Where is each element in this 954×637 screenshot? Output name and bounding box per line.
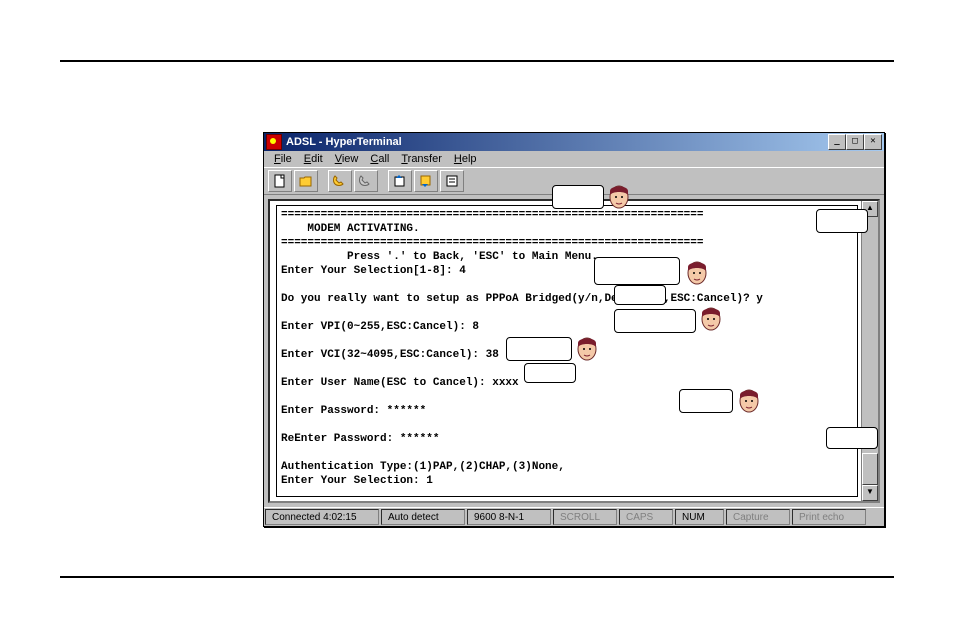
toolbar-send[interactable] (388, 170, 412, 192)
callout-annotation (506, 337, 572, 361)
face-annotation-icon (698, 303, 724, 333)
toolbar-properties[interactable] (440, 170, 464, 192)
hyperterminal-window: ADSL - HyperTerminal _ □ ✕ File Edit Vie… (263, 132, 885, 527)
toolbar-new[interactable] (268, 170, 292, 192)
vertical-scrollbar[interactable]: ▲ ▼ (861, 201, 878, 501)
status-autodetect: Auto detect (381, 509, 465, 525)
titlebar[interactable]: ADSL - HyperTerminal _ □ ✕ (264, 133, 884, 151)
page-bottom-rule (60, 576, 894, 578)
callout-annotation (614, 309, 696, 333)
app-icon (266, 134, 282, 150)
status-capture: Capture (726, 509, 790, 525)
status-num: NUM (675, 509, 724, 525)
receive-file-icon (419, 174, 433, 188)
status-port: 9600 8-N-1 (467, 509, 551, 525)
minimize-button[interactable]: _ (828, 134, 846, 150)
menu-call[interactable]: Call (364, 152, 395, 166)
menu-file[interactable]: File (268, 152, 298, 166)
status-caps: CAPS (619, 509, 673, 525)
callout-annotation (594, 257, 680, 285)
callout-annotation (614, 285, 666, 305)
callout-annotation (816, 209, 868, 233)
status-scroll: SCROLL (553, 509, 617, 525)
status-connected: Connected 4:02:15 (265, 509, 379, 525)
status-printecho: Print echo (792, 509, 866, 525)
phone-disconnect-icon (359, 174, 373, 188)
menu-edit[interactable]: Edit (298, 152, 329, 166)
scroll-down-button[interactable]: ▼ (862, 485, 878, 501)
callout-annotation (679, 389, 733, 413)
callout-annotation (826, 427, 878, 449)
new-doc-icon (273, 174, 287, 188)
toolbar-receive[interactable] (414, 170, 438, 192)
statusbar: Connected 4:02:15 Auto detect 9600 8-N-1… (264, 507, 884, 526)
toolbar-open[interactable] (294, 170, 318, 192)
face-annotation-icon (684, 257, 710, 287)
phone-connect-icon (333, 174, 347, 188)
menu-view[interactable]: View (329, 152, 365, 166)
window-title: ADSL - HyperTerminal (286, 136, 402, 148)
menu-help[interactable]: Help (448, 152, 483, 166)
page-top-rule (60, 60, 894, 62)
callout-annotation (552, 185, 604, 209)
callout-annotation (524, 363, 576, 383)
maximize-button[interactable]: □ (846, 134, 864, 150)
scroll-thumb[interactable] (862, 453, 878, 485)
face-annotation-icon (736, 385, 762, 415)
properties-icon (445, 174, 459, 188)
menu-transfer[interactable]: Transfer (395, 152, 448, 166)
toolbar-disconnect[interactable] (354, 170, 378, 192)
open-folder-icon (299, 174, 313, 188)
close-button[interactable]: ✕ (864, 134, 882, 150)
face-annotation-icon (606, 181, 632, 211)
menubar: File Edit View Call Transfer Help (264, 151, 884, 167)
toolbar-connect[interactable] (328, 170, 352, 192)
face-annotation-icon (574, 333, 600, 363)
send-file-icon (393, 174, 407, 188)
